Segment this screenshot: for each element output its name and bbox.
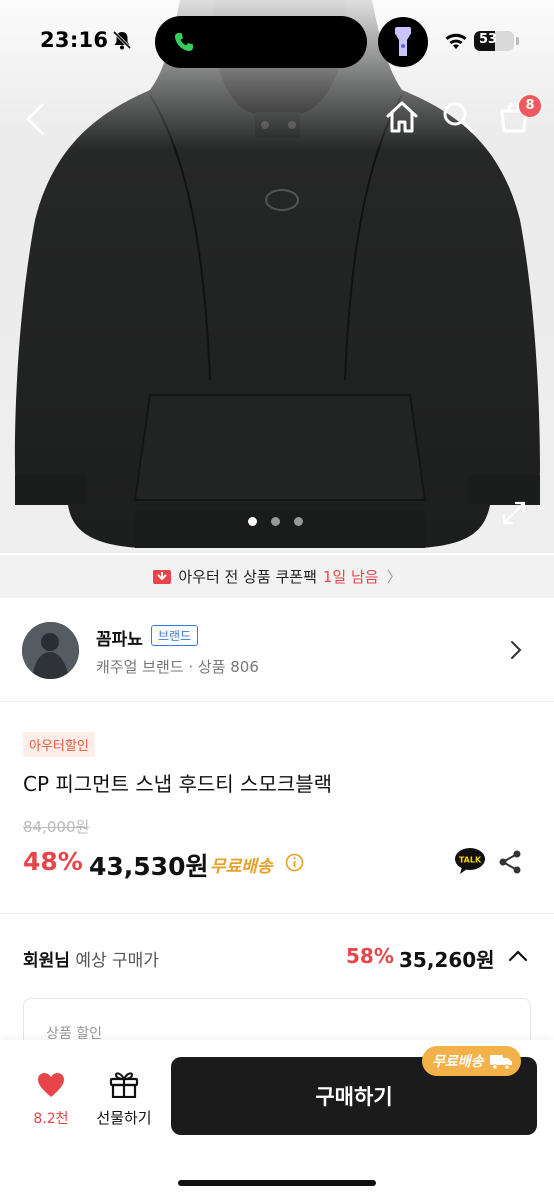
flashlight-icon — [395, 27, 411, 56]
gallery-dot[interactable] — [248, 517, 257, 526]
kakaotalk-icon[interactable]: TALK — [454, 847, 486, 875]
product-image-gallery[interactable]: 23:16 53 8 — [0, 0, 554, 553]
wifi-icon — [445, 33, 467, 49]
gallery-dot[interactable] — [294, 517, 303, 526]
heart-icon — [38, 1073, 64, 1097]
svg-text:TALK: TALK — [459, 856, 482, 865]
home-indicator[interactable] — [178, 1180, 376, 1186]
sale-price: 43,530원 — [89, 852, 209, 881]
gift-icon — [109, 1072, 139, 1099]
brand-avatar[interactable] — [22, 622, 79, 679]
chevron-right-icon: 〉 — [386, 568, 402, 586]
coupon-banner[interactable]: 아우터 전 상품 쿠폰팩 1일 남음 〉 — [0, 555, 554, 598]
brand-row[interactable]: 꼼파뇨 브랜드 캐주얼 브랜드 · 상품 806 — [0, 598, 554, 702]
back-arrow-icon[interactable] — [24, 102, 46, 136]
gift-button[interactable]: 선물하기 — [93, 1070, 155, 1128]
phone-icon — [175, 33, 193, 51]
coupon-deadline: 1일 남음 — [322, 568, 379, 586]
brand-tag: 브랜드 — [151, 625, 199, 646]
coupon-icon — [153, 569, 172, 584]
share-icon[interactable] — [498, 849, 522, 875]
member-discount-rate: 58% — [346, 944, 394, 968]
avatar-image — [22, 622, 79, 679]
bell-slash-icon — [112, 30, 132, 50]
like-button[interactable]: 8.2천 — [28, 1072, 74, 1128]
battery-icon: 53 — [474, 31, 514, 51]
member-price-label: 회원님 예상 구매가 — [23, 946, 159, 971]
home-icon[interactable] — [384, 100, 420, 134]
brand-subtitle: 캐주얼 브랜드 · 상품 806 — [96, 658, 259, 676]
like-count: 8.2천 — [33, 1111, 69, 1127]
member-label-bold: 회원님 — [23, 951, 70, 971]
coupon-text: 아우터 전 상품 쿠폰팩 — [178, 568, 317, 586]
status-bar: 23:16 53 — [0, 0, 554, 84]
member-label-rest: 예상 구매가 — [69, 951, 159, 971]
product-title: CP 피그먼트 스냅 후드티 스모크블랙 — [23, 772, 333, 796]
brand-name: 꼼파뇨 — [96, 630, 143, 650]
chevron-right-icon[interactable] — [510, 640, 522, 660]
free-shipping-label: 무료배송 — [210, 857, 273, 877]
sale-badge: 아우터할인 — [23, 732, 95, 757]
member-price: 35,260원 — [399, 948, 495, 972]
bottom-action-bar: 8.2천 선물하기 구매하기 무료배송 — [0, 1040, 554, 1200]
chevron-up-icon[interactable] — [508, 948, 528, 962]
battery-level: 53 — [478, 32, 498, 47]
cart-count-badge: 8 — [519, 95, 541, 117]
dynamic-island[interactable] — [155, 16, 367, 68]
gift-label: 선물하기 — [96, 1109, 152, 1127]
truck-icon — [489, 1055, 512, 1070]
gallery-dot[interactable] — [271, 517, 280, 526]
status-time: 23:16 — [40, 28, 109, 52]
free-shipping-chip: 무료배송 — [422, 1046, 521, 1076]
flashlight-indicator[interactable] — [378, 17, 428, 67]
gallery-pagination — [248, 517, 303, 526]
section-divider — [0, 913, 554, 914]
info-icon[interactable] — [285, 853, 304, 872]
battery-cap — [516, 37, 519, 45]
shipping-chip-label: 무료배송 — [432, 1054, 484, 1070]
discount-rate: 48% — [23, 847, 83, 876]
search-icon[interactable] — [441, 100, 475, 134]
expand-icon[interactable] — [501, 500, 527, 526]
original-price: 84,000원 — [23, 818, 90, 836]
